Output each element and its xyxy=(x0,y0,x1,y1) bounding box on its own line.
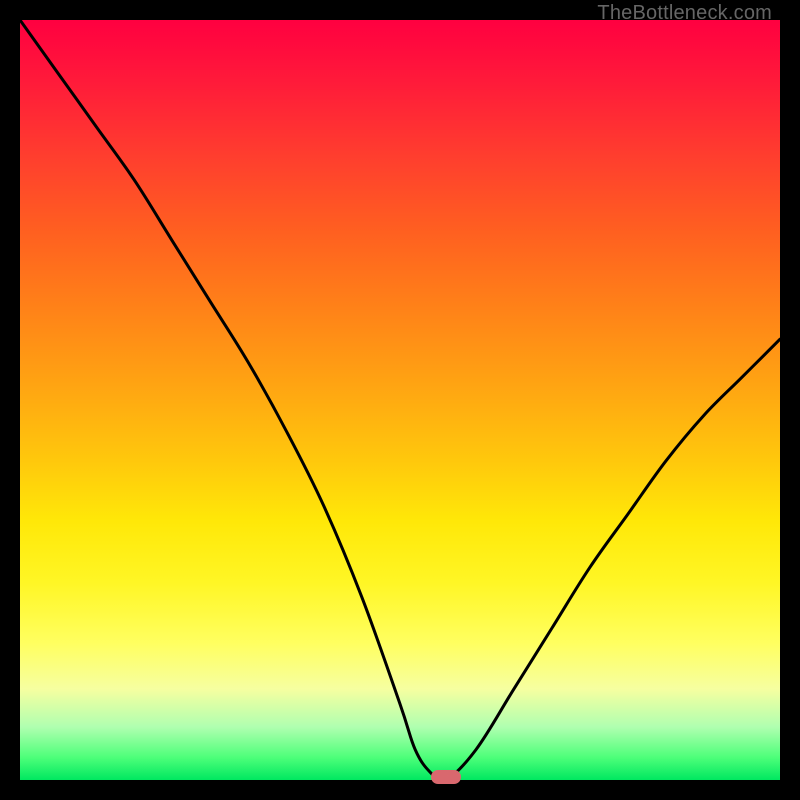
plot-area xyxy=(20,20,780,780)
watermark-text: TheBottleneck.com xyxy=(597,2,772,25)
chart-frame: TheBottleneck.com xyxy=(0,0,800,800)
optimal-marker xyxy=(431,770,461,784)
bottleneck-curve xyxy=(20,20,780,780)
curve-path xyxy=(20,20,780,781)
